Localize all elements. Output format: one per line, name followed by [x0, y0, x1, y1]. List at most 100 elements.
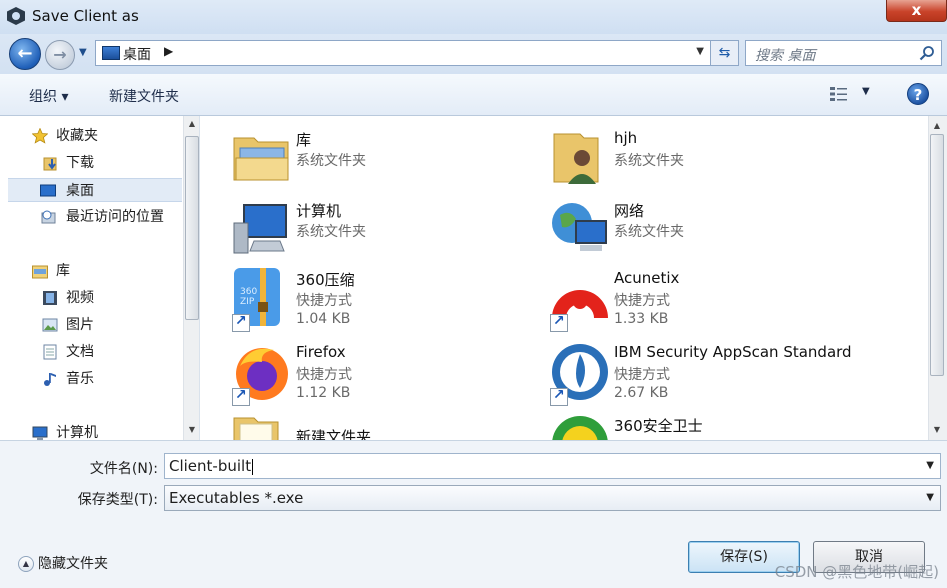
sidebar-item-pictures[interactable]: 图片 [0, 313, 182, 337]
file-name: hjh [614, 129, 638, 147]
search-input[interactable]: 搜索 桌面 [745, 40, 942, 66]
address-dropdown-icon[interactable]: ▼ [696, 46, 704, 57]
sidebar-item-computer[interactable]: 计算机 [0, 421, 182, 440]
desktop-icon [102, 46, 120, 60]
download-folder-icon [43, 157, 57, 171]
filetype-value: Executables *.exe [169, 489, 304, 507]
documents-icon [43, 344, 57, 360]
hide-folders-label: 隐藏文件夹 [38, 556, 108, 572]
title-bar: Save Client as x [0, 0, 947, 34]
file-size: 1.12 KB [296, 385, 351, 401]
computer-icon [32, 426, 48, 440]
file-item[interactable]: 新建文件夹 [232, 414, 542, 440]
file-item[interactable]: Acunetix 快捷方式 1.33 KB [550, 268, 860, 334]
file-name: 网络 [614, 202, 645, 220]
address-chevron-icon[interactable]: ▶ [164, 44, 173, 58]
shortcut-arrow-icon [550, 313, 568, 332]
file-name: 360压缩 [296, 271, 355, 289]
file-list-scroll-thumb[interactable] [930, 134, 944, 376]
sidebar-item-recent-places[interactable]: 最近访问的位置 [0, 205, 182, 229]
sidebar-item-label: 下载 [66, 155, 94, 171]
video-icon [43, 291, 57, 305]
folder-icon [233, 417, 279, 440]
watermark: CSDN @黑色地带(崛起) [774, 563, 939, 581]
file-type: 系统文件夹 [296, 153, 366, 169]
refresh-button[interactable]: ⇆ [711, 40, 739, 66]
help-button[interactable]: ? [907, 83, 929, 105]
svg-text:360: 360 [240, 287, 257, 297]
app-icon [7, 7, 25, 25]
file-item[interactable]: 360安全卫士 [550, 414, 860, 440]
search-placeholder: 搜索 桌面 [755, 48, 816, 64]
file-name: IBM Security AppScan Standard [614, 343, 852, 361]
filename-value: Client-built [169, 457, 252, 475]
sidebar-scroll-thumb[interactable] [185, 136, 199, 320]
file-item[interactable]: Firefox 快捷方式 1.12 KB [232, 342, 542, 408]
file-type: 快捷方式 [296, 293, 352, 309]
scroll-up-icon[interactable]: ▲ [929, 118, 945, 134]
filename-label: 文件名(N): [89, 461, 158, 477]
scroll-down-icon[interactable]: ▼ [929, 422, 945, 438]
close-button[interactable]: x [886, 0, 947, 22]
sidebar-scrollbar[interactable]: ▲ ▼ [183, 116, 199, 440]
sidebar-item-label: 库 [56, 263, 70, 279]
shortcut-arrow-icon [232, 313, 250, 332]
sidebar-item-documents[interactable]: 文档 [0, 340, 182, 364]
filename-dropdown-icon[interactable]: ▼ [926, 454, 934, 478]
window-title: Save Client as [32, 7, 139, 25]
forward-button[interactable]: → [45, 40, 75, 70]
filetype-dropdown-icon[interactable]: ▼ [926, 486, 934, 510]
view-options-icon[interactable] [829, 85, 851, 103]
search-icon[interactable] [919, 45, 935, 61]
file-type: 系统文件夹 [614, 224, 684, 240]
file-type: 快捷方式 [296, 367, 352, 383]
file-item[interactable]: 库 系统文件夹 [232, 128, 542, 194]
scroll-down-icon[interactable]: ▼ [184, 422, 199, 438]
file-name: 360安全卫士 [614, 417, 703, 435]
file-item[interactable]: hjh 系统文件夹 [550, 128, 860, 194]
sidebar-item-label: 图片 [66, 317, 94, 333]
sidebar-item-downloads[interactable]: 下载 [0, 151, 182, 175]
new-folder-button[interactable]: 新建文件夹 [109, 86, 179, 106]
filetype-select[interactable]: Executables *.exe ▼ [164, 485, 941, 511]
file-item[interactable]: IBM Security AppScan Standard 快捷方式 2.67 … [550, 342, 860, 408]
file-item[interactable]: 360ZIP 360压缩 快捷方式 1.04 KB [232, 268, 542, 334]
file-name: Firefox [296, 343, 346, 361]
sidebar-item-label: 文档 [66, 344, 94, 360]
star-icon [32, 128, 48, 144]
desktop-icon [40, 184, 56, 197]
shortcut-arrow-icon [550, 387, 568, 406]
view-dropdown-icon[interactable]: ▼ [862, 86, 870, 97]
file-list-scroll-track[interactable]: ▲ ▼ [929, 116, 947, 440]
file-item[interactable]: 计算机 系统文件夹 [232, 199, 542, 265]
recent-places-icon [41, 210, 56, 224]
sidebar-item-videos[interactable]: 视频 [0, 286, 182, 310]
navigation-bar: ← → ▼ 桌面 ▶ ▼ ⇆ 搜索 桌面 [0, 34, 947, 74]
sidebar-item-label: 桌面 [66, 183, 94, 199]
file-size: 1.04 KB [296, 311, 351, 327]
computer-icon [233, 204, 287, 254]
hide-folders-toggle[interactable]: ▲ 隐藏文件夹 [18, 553, 108, 573]
file-size: 2.67 KB [614, 385, 669, 401]
file-type: 快捷方式 [614, 293, 670, 309]
pictures-icon [42, 318, 58, 332]
back-button[interactable]: ← [9, 38, 41, 70]
file-name: 新建文件夹 [296, 428, 372, 440]
sidebar-item-favorites[interactable]: 收藏夹 [0, 124, 182, 148]
address-bar[interactable]: 桌面 ▶ ▼ [95, 40, 711, 66]
sidebar-item-music[interactable]: 音乐 [0, 367, 182, 391]
file-type: 快捷方式 [614, 367, 670, 383]
filename-input[interactable]: Client-built ▼ [164, 453, 941, 479]
svg-text:ZIP: ZIP [240, 297, 255, 307]
scroll-up-icon[interactable]: ▲ [184, 116, 199, 132]
address-location[interactable]: 桌面 [123, 44, 151, 64]
organize-button[interactable]: 组织 ▾ [29, 86, 68, 106]
file-item[interactable]: 网络 系统文件夹 [550, 199, 860, 265]
sidebar-item-library[interactable]: 库 [0, 259, 182, 283]
file-size: 1.33 KB [614, 311, 669, 327]
sidebar-item-desktop[interactable]: 桌面 [8, 178, 182, 202]
history-dropdown-icon[interactable]: ▼ [79, 46, 93, 60]
file-list-scrollbar[interactable]: ▲ ▼ [928, 116, 947, 440]
navigation-pane: 收藏夹 下载 桌面 最近访问的位置 库 视频 图片 文档 音乐 计算机 ▲ ▼ [0, 116, 200, 440]
file-name: Acunetix [614, 269, 680, 287]
